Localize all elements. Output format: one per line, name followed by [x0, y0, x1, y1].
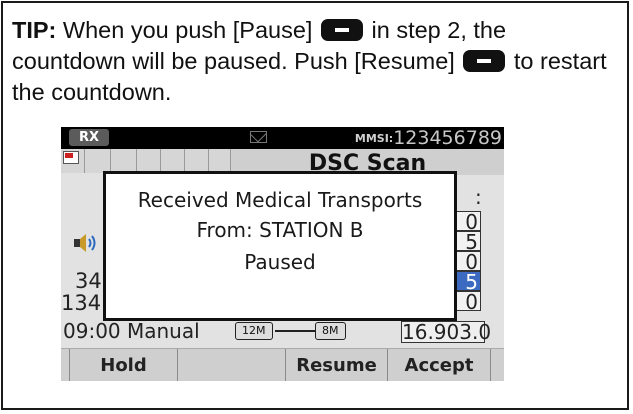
tip-text-1: When you push [Pause]: [56, 17, 319, 43]
tip-box: TIP: When you push [Pause] in step 2, th…: [1, 1, 629, 410]
signal-grid: [61, 149, 231, 173]
dsc-notification-popup: Received Medical Transports From: STATIO…: [103, 171, 457, 321]
softkey-bar: Hold Resume Accept: [61, 348, 504, 381]
popup-line-1: Received Medical Transports: [137, 188, 423, 212]
tip-text: TIP: When you push [Pause] in step 2, th…: [12, 15, 622, 108]
background-number: 34: [75, 269, 102, 293]
popup-line-3: Paused: [244, 250, 316, 274]
popup-line-2: From: STATION B: [196, 218, 364, 242]
radio-display: RX MMSI:123456789 DSC Scan 34 134 : 0 5 …: [61, 127, 504, 381]
minus-key-icon: [463, 50, 506, 72]
range-indicator: 12M 8M: [235, 322, 385, 340]
time-mode: 09:00 Manual: [63, 319, 200, 343]
mmsi-value: 123456789: [393, 127, 502, 149]
rx-indicator: RX: [69, 129, 109, 146]
mmsi-readout: MMSI:123456789: [355, 127, 502, 150]
minus-key-icon: [320, 19, 363, 41]
envelope-icon: [250, 131, 267, 143]
tip-label: TIP:: [12, 17, 57, 43]
range-right: 8M: [315, 322, 346, 340]
background-number: 134: [61, 291, 102, 315]
frequency-readout: 16.903.0: [401, 320, 492, 344]
blank-softkey[interactable]: [177, 349, 285, 381]
status-line: 09:00 Manual 12M 8M 16.903.0: [61, 319, 504, 345]
hold-softkey[interactable]: Hold: [69, 349, 177, 381]
resume-softkey[interactable]: Resume: [285, 349, 387, 381]
accept-softkey[interactable]: Accept: [387, 349, 491, 381]
speaker-icon: [74, 234, 96, 252]
range-left: 12M: [235, 322, 273, 340]
background-colon: :: [475, 185, 482, 209]
status-bar: RX MMSI:123456789: [61, 127, 504, 149]
mmsi-label: MMSI:: [354, 132, 394, 145]
